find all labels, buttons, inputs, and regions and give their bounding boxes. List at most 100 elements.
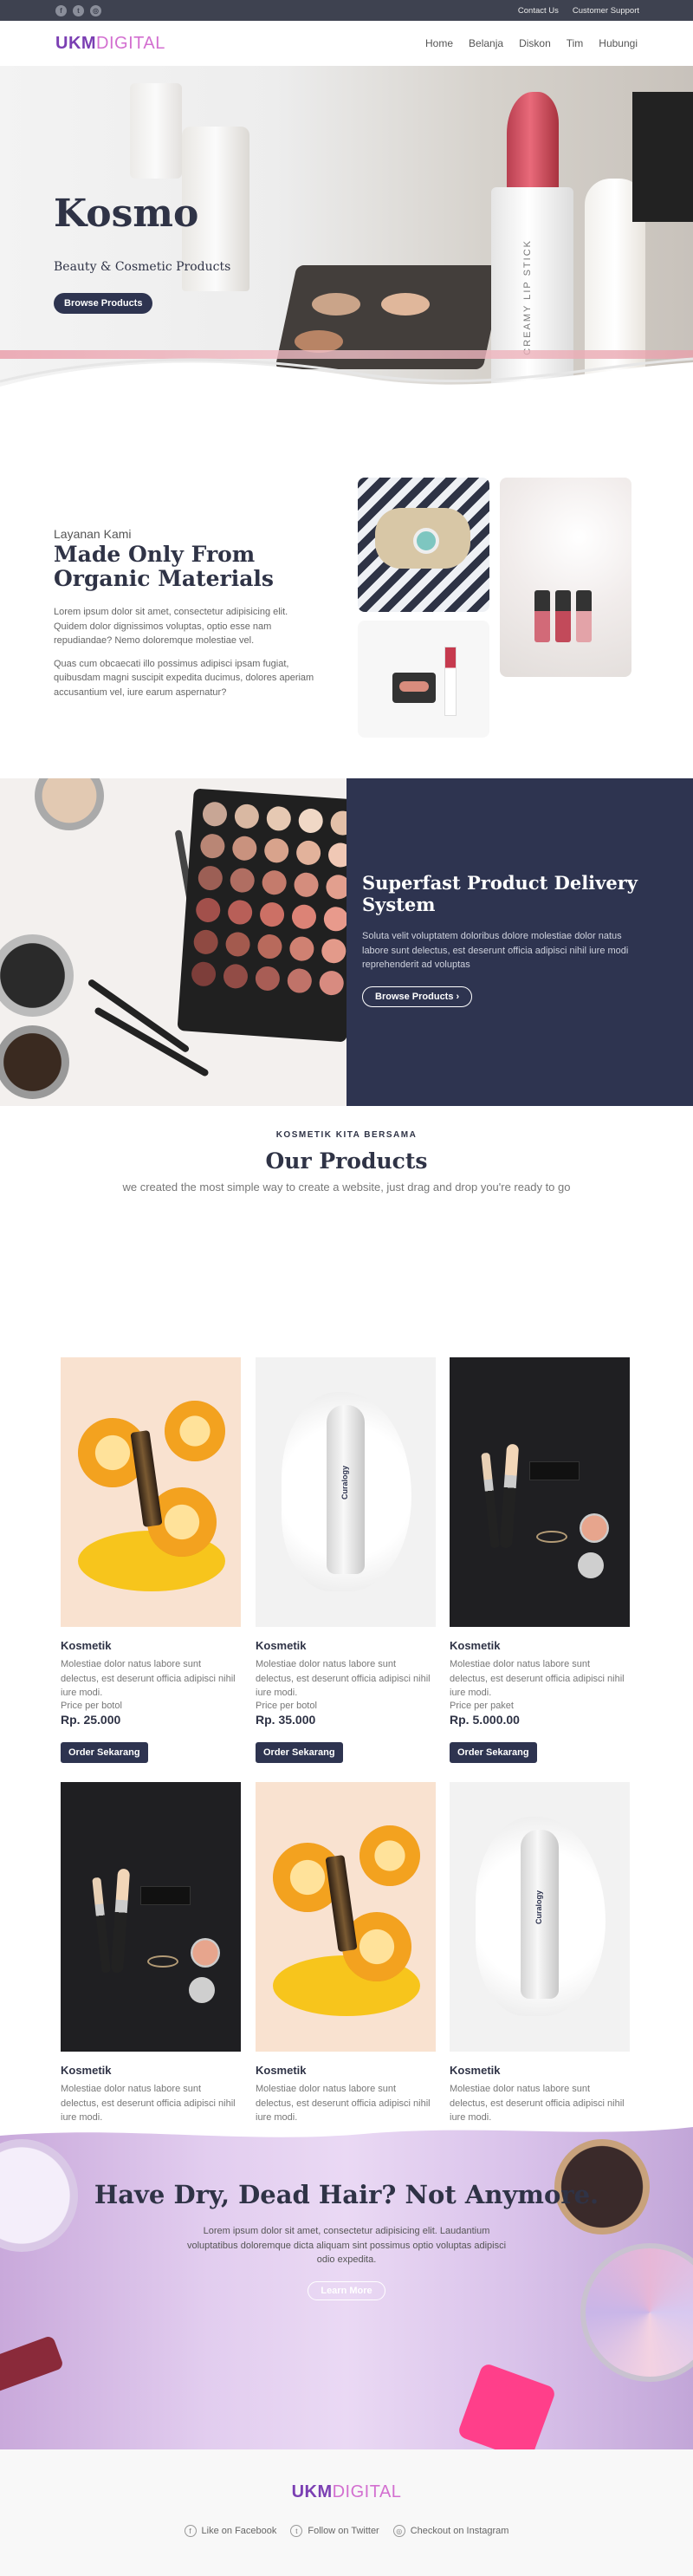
eyeshadow-pan (256, 933, 283, 959)
order-now-button[interactable]: Order Sekarang (450, 1741, 537, 1763)
nav-tim[interactable]: Tim (567, 37, 584, 49)
compact-image (0, 1025, 69, 1099)
eyeshadow-pan (263, 837, 290, 864)
eyeshadow-pan (261, 869, 288, 896)
eyeshadow-pan (265, 805, 292, 832)
services-copy: Layanan Kami Made Only From Organic Mate… (54, 527, 318, 699)
services-section: Layanan Kami Made Only From Organic Mate… (0, 404, 693, 778)
product-name: Kosmetik (450, 2064, 501, 2077)
product-image[interactable] (450, 1357, 630, 1627)
nav-diskon[interactable]: Diskon (519, 37, 551, 49)
tube-brand-label: Curalogy (340, 1466, 349, 1500)
product-price: Rp. 35.000 (256, 1712, 316, 1727)
eyeshadow-pan (233, 803, 260, 829)
compact (580, 1513, 609, 1543)
product-name: Kosmetik (61, 1639, 112, 1652)
twitter-icon[interactable]: t (73, 4, 84, 16)
facebook-icon[interactable]: f (55, 4, 67, 16)
eyeshadow-pan (231, 835, 258, 862)
footer-twitter-link[interactable]: t Follow on Twitter (290, 2525, 379, 2537)
top-bar: f t ◎ Contact Us Customer Support (0, 0, 693, 21)
nav-home[interactable]: Home (425, 37, 453, 49)
orange-slice (359, 1825, 420, 1886)
delivery-browse-label: Browse Products (375, 991, 454, 1002)
hero-copy: Kosmo Beauty & Cosmetic Products Browse … (54, 192, 230, 314)
nail-polish-image (500, 478, 631, 677)
eyeshadow-pan (293, 871, 320, 898)
customer-support-link[interactable]: Customer Support (573, 6, 639, 16)
makeup-box (529, 1461, 580, 1480)
cream-tube: Curalogy (327, 1405, 365, 1574)
makeup-flatlay-image (358, 621, 489, 738)
compact (191, 1938, 220, 1968)
services-paragraph-2: Quas cum obcaecati illo possimus adipisc… (54, 658, 314, 698)
eyeshadow-pan (322, 906, 346, 933)
product-price-note: Price per paket (450, 1700, 514, 1711)
pink-bottle-image (457, 2362, 557, 2449)
eyeshadow-pan (192, 928, 219, 955)
instagram-icon[interactable]: ◎ (90, 4, 101, 16)
delivery-section: Superfast Product Delivery System Soluta… (0, 778, 693, 1106)
banner-text: Lorem ipsum dolor sit amet, consectetur … (186, 2226, 507, 2266)
lipstick-image (0, 2334, 65, 2395)
product-card: Curalogy Kosmetik Molestiae dolor natus la… (256, 1357, 436, 1763)
hero-subtitle: Beauty & Cosmetic Products (54, 260, 231, 274)
eyeshadow-pan (191, 960, 217, 987)
product-price-note: Price per botol (61, 1700, 122, 1711)
products-eyebrow: KOSMETIK KITA BERSAMA (275, 1130, 418, 1140)
logo-part-ukm: UKM (55, 33, 97, 53)
compact-shape (413, 528, 439, 554)
delivery-browse-button[interactable]: Browse Products › (362, 986, 473, 1007)
product-image[interactable] (61, 1782, 241, 2052)
order-now-button[interactable]: Order Sekarang (256, 1741, 343, 1763)
product-card: Kosmetik Molestiae dolor natus labore sun… (61, 1357, 241, 1763)
contact-us-link[interactable]: Contact Us (518, 6, 559, 16)
product-image[interactable] (256, 1782, 436, 2052)
eyeshadow-pan (318, 970, 345, 997)
cosmetic-pouch-image (358, 478, 489, 612)
footer-twitter-label: Follow on Twitter (308, 2526, 379, 2536)
footer-facebook-link[interactable]: f Like on Facebook (184, 2525, 276, 2537)
instagram-icon: ◎ (392, 2525, 405, 2537)
eyeshadow-pan (227, 899, 254, 926)
makeup-brush (481, 1452, 500, 1549)
product-image[interactable]: Curalogy (256, 1357, 436, 1627)
cream-tube: Curalogy (521, 1830, 559, 1999)
learn-more-button[interactable]: Learn More (308, 2280, 385, 2300)
tube-brand-label: Curalogy (534, 1890, 543, 1925)
product-price: Rp. 25.000 (61, 1712, 121, 1727)
eyeshadow-pan (224, 931, 251, 958)
product-price-note: Price per botol (256, 1700, 317, 1711)
eyeshadow-pan (202, 801, 228, 828)
eyeshadow-pan (295, 839, 322, 866)
banner-copy: Have Dry, Dead Hair? Not Anymore. Lorem … (0, 2179, 693, 2300)
nav-belanja[interactable]: Belanja (469, 37, 503, 49)
product-name: Kosmetik (256, 1639, 307, 1652)
product-name: Kosmetik (61, 2064, 112, 2077)
makeup-box (140, 1886, 191, 1905)
eyeshadow-pan (286, 967, 313, 994)
hero-bottle-image (130, 83, 182, 179)
promo-banner: Have Dry, Dead Hair? Not Anymore. Lorem … (0, 2122, 693, 2449)
product-description: Molestiae dolor natus labore sunt delect… (61, 2084, 236, 2123)
footer-instagram-link[interactable]: ◎ Checkout on Instagram (392, 2525, 508, 2537)
product-description: Molestiae dolor natus labore sunt delect… (61, 1659, 236, 1698)
makeup-brush (110, 1868, 131, 1974)
product-image[interactable]: Curalogy (450, 1782, 630, 2052)
eyeshadow-pan (329, 810, 346, 836)
order-now-button[interactable]: Order Sekarang (61, 1741, 148, 1763)
footer-logo[interactable]: UKMDIGITAL (0, 2482, 693, 2502)
makeup-brush (92, 1877, 111, 1974)
eyeshadow-pan (288, 935, 315, 962)
eyeshadow-pan (197, 865, 223, 892)
services-paragraph-1: Lorem ipsum dolor sit amet, consectetur … (54, 607, 288, 646)
nail-polish-bottle (534, 590, 550, 642)
eyeshadow-pan (199, 833, 226, 860)
browse-products-button[interactable]: Browse Products (54, 293, 153, 314)
logo[interactable]: UKMDIGITAL (55, 34, 165, 54)
eyeshadow-pan (223, 963, 249, 990)
facebook-icon: f (184, 2525, 197, 2537)
product-image[interactable] (61, 1357, 241, 1627)
banner-title: Have Dry, Dead Hair? Not Anymore. (94, 2180, 599, 2209)
nav-hubungi[interactable]: Hubungi (599, 37, 638, 49)
